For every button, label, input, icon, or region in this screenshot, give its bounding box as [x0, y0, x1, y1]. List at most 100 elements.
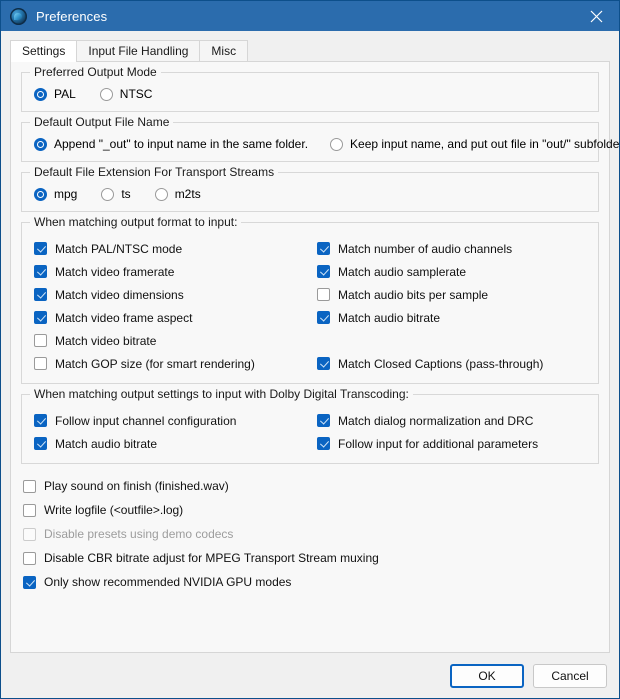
- output-mode-radio-group: PAL NTSC: [34, 87, 586, 101]
- checkbox-disable-presets-demo-codecs-label: Disable presets using demo codecs: [44, 527, 234, 541]
- radio-mpg[interactable]: mpg: [34, 187, 77, 201]
- group-default-output-file-name-legend: Default Output File Name: [30, 115, 174, 129]
- misc-options-list: Play sound on finish (finished.wav) Writ…: [23, 474, 599, 594]
- checkbox-match-audio-channels[interactable]: Match number of audio channels: [317, 237, 586, 260]
- checkbox-match-video-framerate-label: Match video framerate: [55, 264, 175, 279]
- checkbox-dolby-match-audio-bitrate[interactable]: Match audio bitrate: [34, 432, 317, 455]
- radio-pal-indicator: [34, 87, 47, 101]
- radio-pal[interactable]: PAL: [34, 87, 76, 101]
- checkbox-match-gop-size-label: Match GOP size (for smart rendering): [55, 356, 255, 371]
- settings-tab-panel: Preferred Output Mode PAL NTSC Default O…: [10, 61, 620, 653]
- match-format-right-column: Match number of audio channels Match aud…: [317, 237, 586, 375]
- checkbox-match-closed-captions[interactable]: Match Closed Captions (pass-through): [317, 352, 586, 375]
- checkbox-write-logfile-label: Write logfile (<outfile>.log): [44, 503, 184, 517]
- checkbox-match-video-frame-aspect-label: Match video frame aspect: [55, 310, 193, 325]
- checkbox-match-pal-ntsc-mode[interactable]: Match PAL/NTSC mode: [34, 237, 317, 260]
- checkbox-dolby-match-audio-bitrate-box: [34, 437, 47, 450]
- group-preferred-output-mode-legend: Preferred Output Mode: [30, 65, 161, 79]
- match-format-right-column-spacer: [317, 329, 586, 352]
- radio-mpg-indicator: [34, 187, 47, 201]
- checkbox-follow-input-additional-parameters[interactable]: Follow input for additional parameters: [317, 432, 586, 455]
- checkbox-only-show-recommended-nvidia-gpu-modes[interactable]: Only show recommended NVIDIA GPU modes: [23, 570, 599, 594]
- checkbox-match-audio-bitrate-label: Match audio bitrate: [338, 310, 441, 325]
- checkbox-match-video-bitrate[interactable]: Match video bitrate: [34, 329, 317, 352]
- checkbox-match-video-frame-aspect-box: [34, 311, 47, 324]
- tab-settings-label: Settings: [22, 44, 66, 58]
- checkbox-only-show-recommended-nvidia-gpu-modes-box: [23, 575, 36, 589]
- checkbox-disable-presets-demo-codecs: Disable presets using demo codecs: [23, 522, 599, 546]
- radio-ntsc-label: NTSC: [119, 87, 153, 101]
- checkbox-match-video-framerate-box: [34, 265, 47, 278]
- checkbox-match-audio-bits-per-sample-label: Match audio bits per sample: [338, 287, 489, 302]
- checkbox-follow-input-additional-parameters-label: Follow input for additional parameters: [338, 436, 539, 451]
- checkbox-match-video-frame-aspect[interactable]: Match video frame aspect: [34, 306, 317, 329]
- radio-append-out-label: Append "_out" to input name in the same …: [54, 137, 309, 151]
- dolby-right-column: Match dialog normalization and DRC Follo…: [317, 409, 586, 455]
- checkbox-write-logfile-box: [23, 503, 36, 517]
- radio-keep-input-name-indicator: [330, 137, 344, 151]
- checkbox-match-gop-size-box: [34, 357, 47, 370]
- checkbox-match-closed-captions-box: [317, 357, 330, 370]
- tab-input-file-handling[interactable]: Input File Handling: [76, 40, 201, 61]
- radio-ntsc[interactable]: NTSC: [99, 87, 153, 101]
- checkbox-match-audio-channels-box: [317, 242, 330, 255]
- checkbox-play-sound-on-finish-box: [23, 479, 36, 493]
- checkbox-match-video-dimensions[interactable]: Match video dimensions: [34, 283, 317, 306]
- radio-m2ts-label: m2ts: [174, 187, 201, 201]
- checkbox-match-audio-bits-per-sample-box: [317, 288, 330, 301]
- checkbox-match-closed-captions-label: Match Closed Captions (pass-through): [338, 356, 544, 371]
- group-default-file-extension-legend: Default File Extension For Transport Str…: [30, 165, 279, 179]
- checkbox-match-audio-samplerate[interactable]: Match audio samplerate: [317, 260, 586, 283]
- checkbox-only-show-recommended-nvidia-gpu-modes-label: Only show recommended NVIDIA GPU modes: [44, 575, 292, 589]
- checkbox-match-video-dimensions-box: [34, 288, 47, 301]
- checkbox-disable-presets-demo-codecs-box: [23, 527, 36, 541]
- match-format-left-column: Match PAL/NTSC mode Match video framerat…: [34, 237, 317, 375]
- radio-ts[interactable]: ts: [101, 187, 131, 201]
- checkbox-match-gop-size[interactable]: Match GOP size (for smart rendering): [34, 352, 317, 375]
- group-dolby-digital-transcoding: When matching output settings to input w…: [21, 387, 599, 464]
- checkbox-match-video-framerate[interactable]: Match video framerate: [34, 260, 317, 283]
- ok-button[interactable]: OK: [450, 663, 524, 688]
- checkbox-match-audio-samplerate-label: Match audio samplerate: [338, 264, 467, 279]
- checkbox-disable-cbr-bitrate-adjust[interactable]: Disable CBR bitrate adjust for MPEG Tran…: [23, 546, 599, 570]
- tab-misc-label: Misc: [211, 44, 237, 58]
- tab-settings[interactable]: Settings: [10, 40, 78, 62]
- radio-ts-label: ts: [121, 187, 131, 201]
- cancel-button[interactable]: Cancel: [533, 663, 607, 688]
- checkbox-match-dialog-normalization-drc-label: Match dialog normalization and DRC: [338, 413, 534, 428]
- file-extension-radio-group: mpg ts m2ts: [34, 187, 586, 201]
- tab-misc[interactable]: Misc: [199, 40, 249, 61]
- radio-keep-input-name[interactable]: Keep input name, and put out file in "ou…: [330, 137, 620, 151]
- checkbox-write-logfile[interactable]: Write logfile (<outfile>.log): [23, 498, 599, 522]
- checkbox-match-video-bitrate-box: [34, 334, 47, 347]
- checkbox-match-dialog-normalization-drc-box: [317, 414, 330, 427]
- checkbox-match-dialog-normalization-drc[interactable]: Match dialog normalization and DRC: [317, 409, 586, 432]
- checkbox-match-pal-ntsc-mode-label: Match PAL/NTSC mode: [55, 241, 183, 256]
- cancel-button-label: Cancel: [551, 668, 589, 683]
- group-preferred-output-mode: Preferred Output Mode PAL NTSC: [21, 65, 599, 112]
- radio-append-out[interactable]: Append "_out" to input name in the same …: [34, 137, 308, 151]
- checkbox-disable-cbr-bitrate-adjust-box: [23, 551, 36, 565]
- checkbox-follow-input-additional-parameters-box: [317, 437, 330, 450]
- window-title: Preferences: [36, 8, 108, 24]
- checkbox-follow-input-channel-configuration-label: Follow input channel configuration: [55, 413, 237, 428]
- checkbox-match-pal-ntsc-mode-box: [34, 242, 47, 255]
- checkbox-match-audio-bitrate[interactable]: Match audio bitrate: [317, 306, 586, 329]
- group-dolby-digital-transcoding-legend: When matching output settings to input w…: [30, 387, 413, 401]
- checkbox-play-sound-on-finish-label: Play sound on finish (finished.wav): [44, 479, 229, 493]
- checkbox-play-sound-on-finish[interactable]: Play sound on finish (finished.wav): [23, 474, 599, 498]
- preferences-window: Preferences Settings Input File Handling…: [0, 0, 620, 699]
- radio-m2ts[interactable]: m2ts: [154, 187, 201, 201]
- tab-input-file-handling-label: Input File Handling: [88, 44, 189, 58]
- checkbox-match-audio-bitrate-box: [317, 311, 330, 324]
- ok-button-label: OK: [478, 668, 496, 683]
- checkbox-match-audio-bits-per-sample[interactable]: Match audio bits per sample: [317, 283, 586, 306]
- checkbox-follow-input-channel-configuration[interactable]: Follow input channel configuration: [34, 409, 317, 432]
- checkbox-match-video-bitrate-label: Match video bitrate: [55, 333, 157, 348]
- group-default-file-extension: Default File Extension For Transport Str…: [21, 165, 599, 212]
- radio-ntsc-indicator: [99, 87, 113, 101]
- close-icon[interactable]: [573, 1, 619, 31]
- output-file-name-radio-group: Append "_out" to input name in the same …: [34, 137, 620, 151]
- checkbox-disable-cbr-bitrate-adjust-label: Disable CBR bitrate adjust for MPEG Tran…: [44, 551, 379, 565]
- group-default-output-file-name: Default Output File Name Append "_out" t…: [21, 115, 620, 162]
